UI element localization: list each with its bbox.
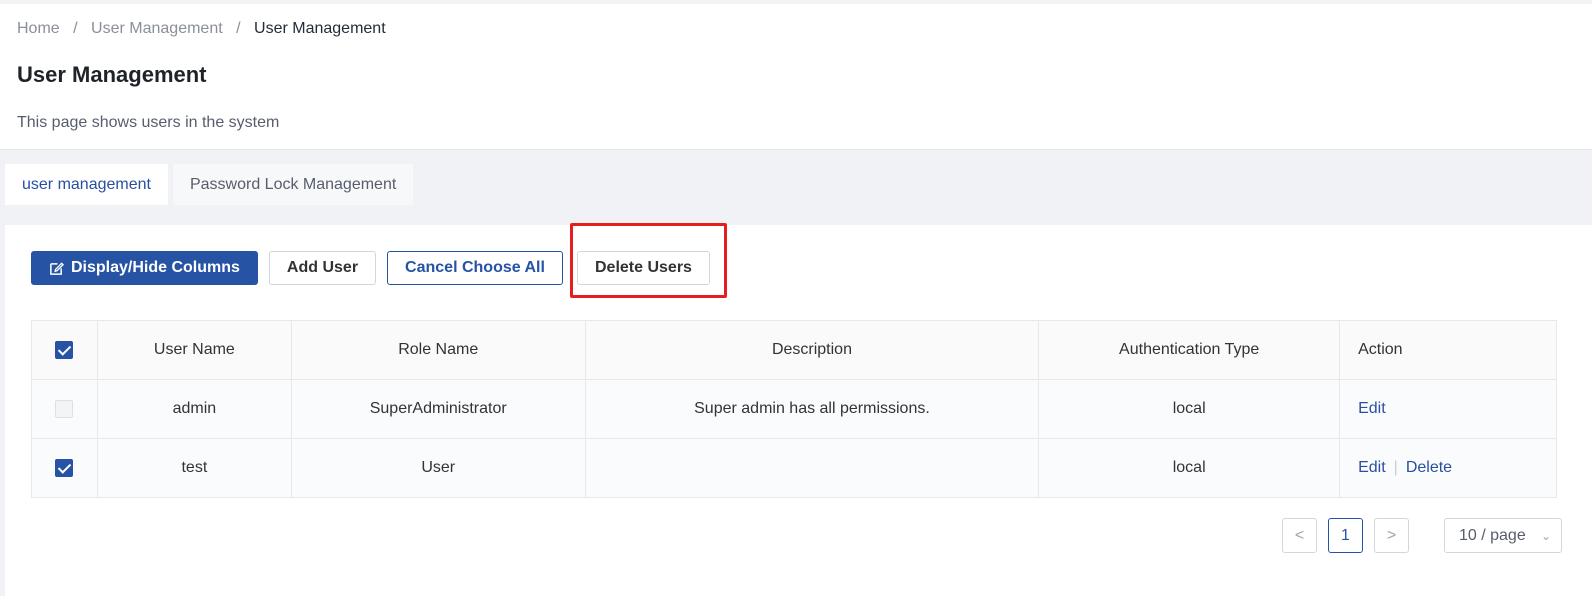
page-description: This page shows users in the system (17, 114, 280, 131)
delete-link[interactable]: Delete (1406, 459, 1452, 476)
cell-description: Super admin has all permissions. (584, 379, 1040, 439)
display-hide-columns-label: Display/Hide Columns (71, 259, 240, 276)
cell-user-name: admin (96, 379, 292, 439)
breadcrumb-parent[interactable]: User Management (91, 20, 223, 37)
table-row: admin SuperAdministrator Super admin has… (31, 379, 1557, 439)
select-all-cell (31, 320, 98, 380)
column-header[interactable]: Description (584, 320, 1040, 380)
column-header[interactable]: Authentication Type (1038, 320, 1341, 380)
page-header: Home / User Management / User Management… (0, 4, 1592, 150)
action-divider: | (1393, 459, 1398, 476)
breadcrumb-home[interactable]: Home (17, 20, 60, 37)
table-header-row: User Name Role Name Description Authenti… (31, 320, 1557, 380)
display-hide-columns-button[interactable]: Display/Hide Columns (31, 251, 258, 285)
tab-user-management[interactable]: user management (5, 164, 168, 205)
cancel-choose-all-button[interactable]: Cancel Choose All (387, 251, 563, 285)
table-row: test User local Edit | Delete (31, 438, 1557, 498)
page-number-button[interactable]: 1 (1328, 518, 1363, 553)
add-user-button[interactable]: Add User (268, 251, 377, 285)
row-checkbox[interactable] (55, 458, 74, 477)
select-all-checkbox[interactable] (55, 340, 74, 359)
tab-bar: user management Password Lock Management (5, 164, 414, 205)
cell-description (584, 438, 1040, 498)
column-header[interactable]: Role Name (290, 320, 586, 380)
users-table: User Name Role Name Description Authenti… (31, 320, 1557, 498)
tab-password-lock-management[interactable]: Password Lock Management (172, 164, 414, 205)
breadcrumb: Home / User Management / User Management (17, 4, 1575, 46)
chevron-left-icon: < (1294, 526, 1305, 544)
edit-icon (50, 261, 64, 275)
cell-role-name: User (290, 438, 586, 498)
breadcrumb-separator: / (236, 20, 241, 37)
chevron-down-icon: ⌄ (1540, 528, 1551, 543)
edit-link[interactable]: Edit (1358, 400, 1386, 417)
cell-actions: Edit | Delete (1339, 438, 1557, 498)
cell-role-name: SuperAdministrator (290, 379, 586, 439)
user-panel: Display/Hide Columns Add User Cancel Cho… (5, 223, 1592, 596)
page-size-select[interactable]: 10 / page ⌄ (1444, 518, 1562, 553)
cell-auth-type: local (1038, 379, 1341, 439)
page-size-value: 10 / page (1459, 526, 1526, 544)
pagination: < 1 > 10 / page ⌄ (1282, 518, 1562, 553)
column-header: Action (1339, 320, 1557, 380)
edit-link[interactable]: Edit (1358, 459, 1386, 476)
page-title: User Management (17, 62, 207, 87)
cell-user-name: test (96, 438, 292, 498)
column-header[interactable]: User Name (96, 320, 292, 380)
breadcrumb-separator: / (73, 20, 78, 37)
cell-actions: Edit (1339, 379, 1557, 439)
toolbar: Display/Hide Columns Add User Cancel Cho… (31, 251, 574, 285)
row-checkbox (55, 399, 74, 418)
chevron-right-icon: > (1386, 526, 1397, 544)
breadcrumb-current: User Management (254, 20, 386, 37)
delete-users-button[interactable]: Delete Users (577, 251, 710, 285)
next-page-button[interactable]: > (1374, 518, 1409, 553)
prev-page-button[interactable]: < (1282, 518, 1317, 553)
cell-auth-type: local (1038, 438, 1341, 498)
